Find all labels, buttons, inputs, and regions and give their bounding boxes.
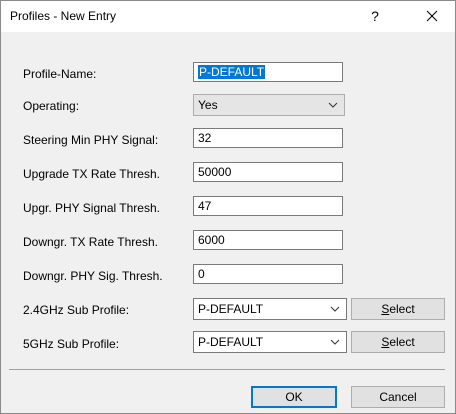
sub-profile-5ghz-value: P-DEFAULT bbox=[198, 335, 264, 349]
operating-value: Yes bbox=[198, 98, 218, 112]
profiles-dialog: Profiles - New Entry ? Profile-Name: P-D… bbox=[0, 0, 456, 414]
profile-name-label: Profile-Name: bbox=[23, 67, 97, 81]
sub-profile-24ghz-label: 2.4GHz Sub Profile: bbox=[23, 303, 130, 317]
operating-select[interactable]: Yes bbox=[193, 94, 345, 116]
upgrade-tx-rate-thresh-input[interactable]: 50000 bbox=[193, 162, 343, 182]
window-title: Profiles - New Entry bbox=[10, 9, 117, 23]
profile-name-value: P-DEFAULT bbox=[198, 65, 266, 79]
downgr-tx-rate-thresh-input[interactable]: 6000 bbox=[193, 230, 343, 250]
chevron-down-icon bbox=[330, 339, 340, 345]
select-5ghz-button[interactable]: Select bbox=[351, 331, 445, 353]
chevron-down-icon bbox=[330, 306, 340, 312]
sub-profile-24ghz-value: P-DEFAULT bbox=[198, 302, 264, 316]
sub-profile-5ghz-select[interactable]: P-DEFAULT bbox=[193, 331, 347, 353]
help-button[interactable]: ? bbox=[353, 1, 397, 32]
close-button[interactable] bbox=[409, 1, 455, 32]
downgr-phy-sig-thresh-input[interactable]: 0 bbox=[193, 264, 343, 284]
select-24ghz-label: elect bbox=[389, 302, 415, 316]
close-icon bbox=[426, 10, 438, 22]
ok-button[interactable]: OK bbox=[251, 386, 337, 408]
title-bar: Profiles - New Entry ? bbox=[1, 1, 455, 32]
select-24ghz-button[interactable]: Select bbox=[351, 298, 445, 320]
sub-profile-5ghz-label: 5GHz Sub Profile: bbox=[23, 337, 120, 351]
sub-profile-24ghz-select[interactable]: P-DEFAULT bbox=[193, 298, 347, 320]
select-5ghz-label: elect bbox=[389, 335, 415, 349]
upgr-phy-signal-thresh-label: Upgr. PHY Signal Thresh. bbox=[23, 201, 160, 215]
upgr-phy-signal-thresh-input[interactable]: 47 bbox=[193, 196, 343, 216]
steering-min-phy-signal-input[interactable]: 32 bbox=[193, 128, 343, 148]
footer-separator bbox=[9, 369, 445, 370]
profile-name-input[interactable]: P-DEFAULT bbox=[193, 62, 343, 82]
cancel-button[interactable]: Cancel bbox=[351, 386, 445, 408]
upgrade-tx-rate-thresh-label: Upgrade TX Rate Thresh. bbox=[23, 167, 160, 181]
chevron-down-icon bbox=[328, 102, 338, 108]
steering-min-phy-signal-label: Steering Min PHY Signal: bbox=[23, 133, 159, 147]
downgr-tx-rate-thresh-label: Downgr. TX Rate Thresh. bbox=[23, 235, 158, 249]
operating-label: Operating: bbox=[23, 99, 80, 113]
downgr-phy-sig-thresh-label: Downgr. PHY Sig. Thresh. bbox=[23, 269, 163, 283]
